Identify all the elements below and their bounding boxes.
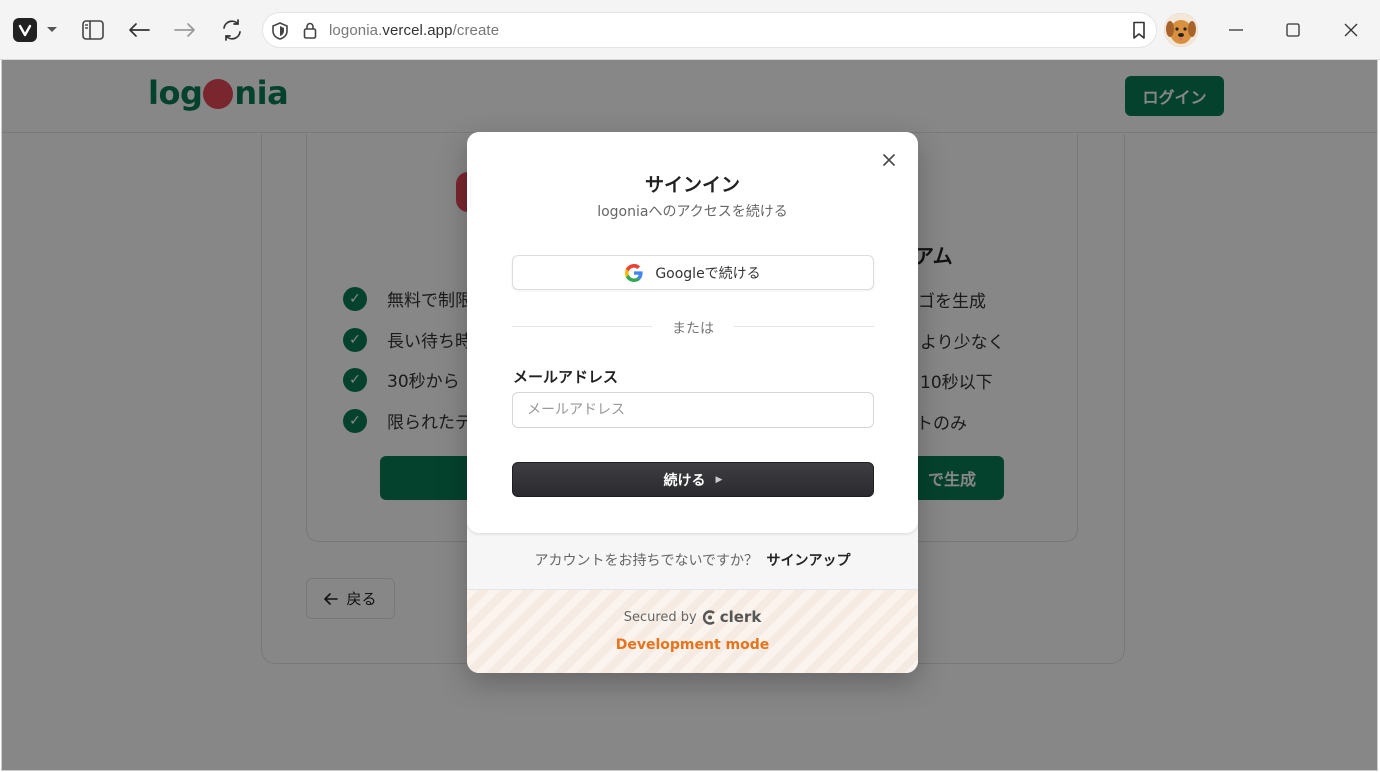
url-path: /create bbox=[452, 22, 500, 39]
caret-right-icon: ▶ bbox=[715, 474, 723, 485]
bookmark-icon[interactable] bbox=[1132, 21, 1146, 44]
url-host: vercel.app bbox=[382, 22, 453, 39]
clerk-footer: Secured by clerk Development mode bbox=[467, 589, 918, 673]
google-signin-button[interactable]: Googleで続ける bbox=[512, 255, 874, 290]
signup-link[interactable]: サインアップ bbox=[767, 553, 851, 569]
continue-button[interactable]: 続ける ▶ bbox=[512, 462, 874, 497]
address-bar[interactable]: logonia.vercel.app/create bbox=[262, 12, 1157, 48]
signin-modal: サインイン logoniaへのアクセスを続ける Googleで続ける または メ… bbox=[467, 132, 918, 673]
google-icon bbox=[625, 263, 643, 282]
browser-toolbar: logonia.vercel.app/create bbox=[0, 0, 1380, 60]
email-label: メールアドレス bbox=[513, 368, 619, 386]
back-arrow-icon[interactable] bbox=[123, 14, 155, 46]
lock-icon bbox=[303, 22, 317, 43]
or-divider: または bbox=[512, 318, 874, 337]
clerk-logo[interactable]: clerk bbox=[702, 608, 762, 626]
profile-avatar[interactable] bbox=[1164, 13, 1198, 47]
development-mode-label: Development mode bbox=[615, 637, 770, 653]
close-window-icon[interactable] bbox=[1335, 14, 1367, 46]
email-field[interactable] bbox=[512, 392, 874, 428]
signin-title: サインイン bbox=[644, 174, 740, 196]
clerk-icon bbox=[702, 609, 715, 625]
signup-prompt-row: アカウントをお持ちでないですか？ サインアップ bbox=[467, 550, 918, 570]
secured-by-row: Secured by clerk bbox=[467, 608, 918, 626]
google-signin-label: Googleで続ける bbox=[655, 265, 761, 282]
signup-prompt: アカウントをお持ちでないですか？ bbox=[534, 553, 759, 569]
signin-card: サインイン logoniaへのアクセスを続ける Googleで続ける または メ… bbox=[467, 132, 918, 533]
forward-arrow-icon[interactable] bbox=[169, 14, 201, 46]
shield-icon[interactable] bbox=[272, 22, 288, 44]
signin-subtitle: logoniaへのアクセスを続ける bbox=[597, 204, 788, 220]
url-text[interactable]: logonia.vercel.app/create bbox=[329, 22, 499, 39]
clerk-wordmark: clerk bbox=[719, 608, 762, 626]
or-text: または bbox=[672, 321, 714, 337]
vivaldi-menu-icon[interactable] bbox=[13, 18, 37, 42]
secured-by-text: Secured by bbox=[623, 609, 697, 625]
continue-label: 続ける bbox=[663, 472, 706, 489]
page-viewport: log nia ログイン アム ✓ 無料で制限 ✓ 長い待ち時 ✓ 30秒から ✓ 限られ… bbox=[1, 60, 1378, 771]
reload-icon[interactable] bbox=[216, 14, 248, 46]
minimize-icon[interactable] bbox=[1220, 14, 1252, 46]
maximize-icon[interactable] bbox=[1277, 14, 1309, 46]
close-icon[interactable] bbox=[879, 150, 899, 170]
chevron-down-icon[interactable] bbox=[36, 14, 68, 46]
url-prefix: logonia. bbox=[329, 22, 383, 39]
panel-toggle-icon[interactable] bbox=[77, 14, 109, 46]
